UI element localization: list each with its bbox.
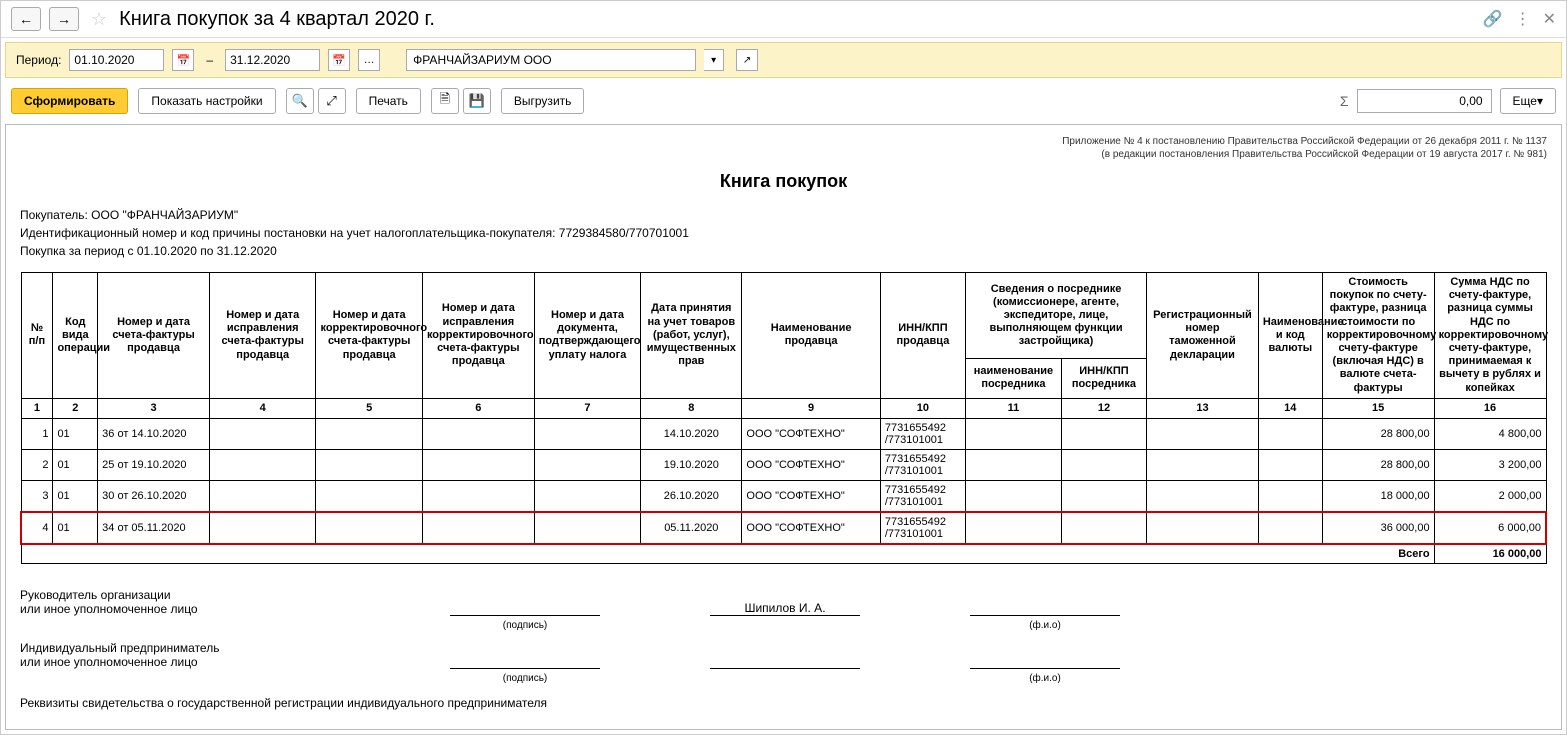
link-icon[interactable]: 🔗 (1483, 9, 1503, 29)
th-11-group: Сведения о посреднике (комиссионере, аге… (966, 273, 1147, 359)
colnum-1: 1 (21, 398, 53, 418)
ip-requisites: Реквизиты свидетельства о государственно… (20, 696, 1547, 710)
colnum-3: 3 (98, 398, 210, 418)
report-table: № п/п Код вида операции Номер и дата сче… (20, 272, 1547, 564)
colnum-12: 12 (1061, 398, 1146, 418)
close-icon[interactable]: ✕ (1543, 9, 1556, 29)
find-button[interactable]: 🔍 (286, 88, 314, 114)
th-2: Код вида операции (53, 273, 98, 399)
colnum-15: 15 (1322, 398, 1434, 418)
colnum-2: 2 (53, 398, 98, 418)
colnum-8: 8 (641, 398, 742, 418)
th-9: Наименование продавца (742, 273, 880, 399)
head-line2: или иное уполномоченное лицо (20, 602, 430, 616)
colnum-13: 13 (1147, 398, 1259, 418)
table-row[interactable]: 30130 от 26.10.202026.10.2020ООО "СОФТЕХ… (21, 480, 1546, 512)
sum-icon: Σ (1340, 93, 1349, 109)
head-name-line: Шипилов И. А. (710, 601, 860, 616)
annex-text: Приложение № 4 к постановлению Правитель… (20, 135, 1547, 161)
more-button[interactable]: Еще ▾ (1500, 88, 1556, 114)
form-button[interactable]: Сформировать (11, 88, 128, 114)
organization-open-button[interactable]: ↗ (736, 49, 758, 71)
ip-sign-line (450, 668, 600, 669)
calendar-to-button[interactable]: 📅 (328, 49, 350, 71)
calendar-from-button[interactable]: 📅 (172, 49, 194, 71)
expand-button[interactable]: ⤢ (318, 88, 346, 114)
ip-fio-line (970, 668, 1120, 669)
th-15: Стоимость покупок по счету-фактуре, разн… (1322, 273, 1434, 399)
organization-input[interactable] (406, 49, 696, 71)
buyer-name: Покупатель: ООО "ФРАНЧАЙЗАРИУМ" (20, 208, 1547, 222)
th-1: № п/п (21, 273, 53, 399)
head-sign-line (450, 615, 600, 616)
total-row: Всего16 000,00 (21, 544, 1546, 564)
table-row[interactable]: 40134 от 05.11.202005.11.2020ООО "СОФТЕХ… (21, 512, 1546, 544)
th-4: Номер и дата исправления счета-фактуры п… (209, 273, 315, 399)
toolbar: Сформировать Показать настройки 🔍 ⤢ Печа… (1, 82, 1566, 120)
colnum-7: 7 (534, 398, 640, 418)
page-title: Книга покупок за 4 квартал 2020 г. (119, 8, 435, 31)
colnum-9: 9 (742, 398, 880, 418)
ip-line2: или иное уполномоченное лицо (20, 655, 430, 669)
save-button[interactable]: 💾 (463, 88, 491, 114)
th-14: Наименование и код валюты (1258, 273, 1322, 399)
back-button[interactable]: ← (11, 7, 41, 31)
buyer-period: Покупка за период с 01.10.2020 по 31.12.… (20, 244, 1547, 258)
preview-button[interactable]: 🗎 (431, 88, 459, 114)
buyer-inn: Идентификационный номер и код причины по… (20, 226, 1547, 240)
th-13: Регистрационный номер таможенной деклара… (1147, 273, 1259, 399)
head-line1: Руководитель организации (20, 588, 430, 602)
th-10: ИНН/КПП продавца (880, 273, 965, 399)
favorite-icon[interactable]: ☆ (91, 9, 107, 30)
th-8: Дата принятия на учет товаров (работ, ус… (641, 273, 742, 399)
period-select-button[interactable]: … (358, 49, 380, 71)
th-3: Номер и дата счета-фактуры продавца (98, 273, 210, 399)
period-label: Период: (16, 53, 61, 67)
forward-button[interactable]: → (49, 7, 79, 31)
organization-dropdown[interactable]: ▾ (704, 49, 724, 71)
show-settings-button[interactable]: Показать настройки (138, 88, 275, 114)
table-row[interactable]: 20125 от 19.10.202019.10.2020ООО "СОФТЕХ… (21, 449, 1546, 480)
table-row[interactable]: 10136 от 14.10.202014.10.2020ООО "СОФТЕХ… (21, 418, 1546, 449)
print-button[interactable]: Печать (356, 88, 421, 114)
colnum-14: 14 (1258, 398, 1322, 418)
colnum-4: 4 (209, 398, 315, 418)
colnum-6: 6 (422, 398, 534, 418)
colnum-10: 10 (880, 398, 965, 418)
report-title: Книга покупок (20, 171, 1547, 192)
title-bar: ← → ☆ Книга покупок за 4 квартал 2020 г.… (1, 1, 1566, 38)
export-button[interactable]: Выгрузить (501, 88, 585, 114)
th-5: Номер и дата корректировочного счета-фак… (316, 273, 422, 399)
ip-name-line (710, 668, 860, 669)
th-16: Сумма НДС по счету-фактуре, разница сумм… (1434, 273, 1546, 399)
th-11: наименование посредника (966, 359, 1062, 398)
sum-field[interactable] (1357, 89, 1492, 113)
colnum-16: 16 (1434, 398, 1546, 418)
th-6: Номер и дата исправления корректировочно… (422, 273, 534, 399)
colnum-5: 5 (316, 398, 422, 418)
date-from-input[interactable] (69, 49, 164, 71)
more-icon[interactable]: ⋮ (1515, 9, 1531, 29)
colnum-11: 11 (966, 398, 1062, 418)
head-fio-line (970, 615, 1120, 616)
params-bar: Период: 📅 – 📅 … ▾ ↗ (5, 42, 1562, 78)
date-to-input[interactable] (225, 49, 320, 71)
th-7: Номер и дата документа, подтверждающего … (534, 273, 640, 399)
th-12: ИНН/КПП посредника (1061, 359, 1146, 398)
ip-line1: Индивидуальный предприниматель (20, 641, 430, 655)
report-area: Приложение № 4 к постановлению Правитель… (5, 124, 1562, 730)
period-separator: – (206, 53, 213, 67)
